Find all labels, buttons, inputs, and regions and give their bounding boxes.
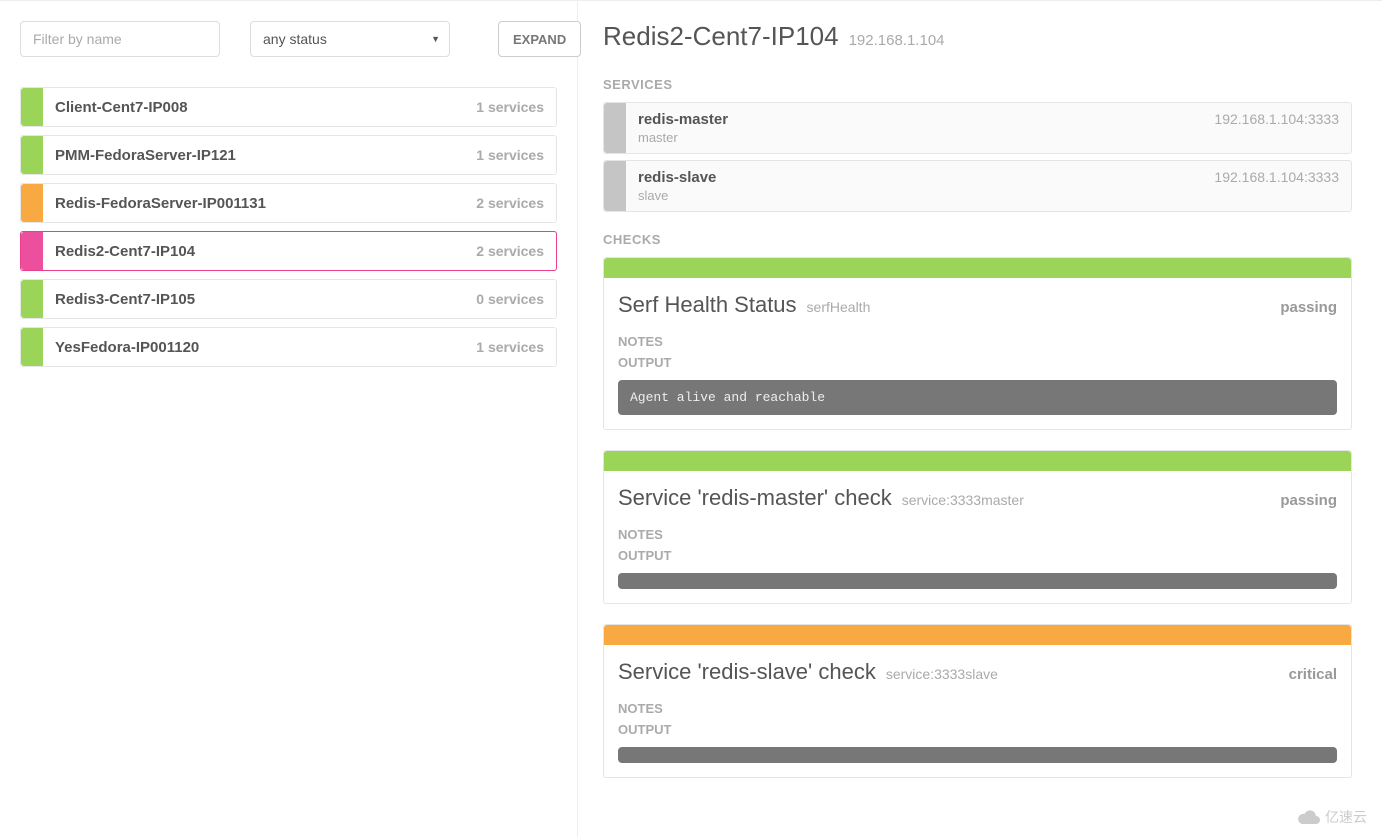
node-services-count: 2 services xyxy=(476,243,556,259)
node-services-count: 1 services xyxy=(476,99,556,115)
node-item[interactable]: Redis2-Cent7-IP1042 services xyxy=(20,231,557,271)
service-item[interactable]: redis-slave slave 192.168.1.104:3333 xyxy=(603,160,1352,212)
node-name: PMM-FedoraServer-IP121 xyxy=(43,147,476,164)
node-item[interactable]: Client-Cent7-IP0081 services xyxy=(20,87,557,127)
services-label: SERVICES xyxy=(603,77,1352,92)
status-select[interactable]: any status xyxy=(250,21,450,57)
status-indicator xyxy=(21,328,43,366)
check-title: Service 'redis-slave' check xyxy=(618,659,876,685)
check-id: service:3333slave xyxy=(886,666,998,682)
output-label: OUTPUT xyxy=(618,722,1337,737)
sidebar: any status EXPAND Client-Cent7-IP0081 se… xyxy=(0,1,578,837)
node-item[interactable]: Redis3-Cent7-IP1050 services xyxy=(20,279,557,319)
check-header[interactable]: Service 'redis-master' check service:3333… xyxy=(604,471,1351,521)
service-status-bar xyxy=(604,103,626,153)
node-list: Client-Cent7-IP0081 servicesPMM-FedoraSe… xyxy=(20,87,557,367)
notes-label: NOTES xyxy=(618,334,1337,349)
check-status-bar xyxy=(604,625,1351,645)
check-item: Serf Health Status serfHealth passing NOTES… xyxy=(603,257,1352,430)
expand-button[interactable]: EXPAND xyxy=(498,21,581,57)
node-services-count: 1 services xyxy=(476,147,556,163)
check-output: Agent alive and reachable xyxy=(618,380,1337,415)
check-title: Serf Health Status xyxy=(618,292,797,318)
notes-label: NOTES xyxy=(618,701,1337,716)
cloud-icon xyxy=(1297,809,1321,825)
check-id: service:3333master xyxy=(902,492,1024,508)
node-services-count: 2 services xyxy=(476,195,556,211)
node-name: Redis-FedoraServer-IP001131 xyxy=(43,195,476,212)
node-services-count: 1 services xyxy=(476,339,556,355)
detail-header: Redis2-Cent7-IP104 192.168.1.104 xyxy=(603,21,1352,52)
node-name: Client-Cent7-IP008 xyxy=(43,99,476,116)
node-name: Redis3-Cent7-IP105 xyxy=(43,291,476,308)
node-name: YesFedora-IP001120 xyxy=(43,339,476,356)
check-header[interactable]: Serf Health Status serfHealth passing xyxy=(604,278,1351,328)
status-indicator xyxy=(21,232,43,270)
check-id: serfHealth xyxy=(807,299,871,315)
status-indicator xyxy=(21,184,43,222)
node-item[interactable]: Redis-FedoraServer-IP0011312 services xyxy=(20,183,557,223)
service-address: 192.168.1.104:3333 xyxy=(1214,111,1339,127)
output-label: OUTPUT xyxy=(618,548,1337,563)
detail-panel[interactable]: Redis2-Cent7-IP104 192.168.1.104 SERVICE… xyxy=(578,1,1382,837)
check-item: Service 'redis-master' check service:3333… xyxy=(603,450,1352,604)
filter-input[interactable] xyxy=(20,21,220,57)
check-output xyxy=(618,747,1337,763)
node-item[interactable]: YesFedora-IP0011201 services xyxy=(20,327,557,367)
check-title: Service 'redis-master' check xyxy=(618,485,892,511)
filter-bar: any status EXPAND xyxy=(20,21,557,57)
check-item: Service 'redis-slave' check service:3333s… xyxy=(603,624,1352,778)
notes-label: NOTES xyxy=(618,527,1337,542)
node-name: Redis2-Cent7-IP104 xyxy=(43,243,476,260)
node-item[interactable]: PMM-FedoraServer-IP1211 services xyxy=(20,135,557,175)
check-header[interactable]: Service 'redis-slave' check service:3333s… xyxy=(604,645,1351,695)
service-tag: slave xyxy=(638,188,716,203)
service-tag: master xyxy=(638,130,728,145)
status-indicator xyxy=(21,280,43,318)
service-item[interactable]: redis-master master 192.168.1.104:3333 xyxy=(603,102,1352,154)
check-status: passing xyxy=(1280,492,1337,509)
service-address: 192.168.1.104:3333 xyxy=(1214,169,1339,185)
node-services-count: 0 services xyxy=(476,291,556,307)
check-status-bar xyxy=(604,451,1351,471)
checks-label: CHECKS xyxy=(603,232,1352,247)
service-name: redis-slave xyxy=(638,169,716,186)
check-status: passing xyxy=(1280,299,1337,316)
detail-ip: 192.168.1.104 xyxy=(849,32,945,49)
output-label: OUTPUT xyxy=(618,355,1337,370)
service-status-bar xyxy=(604,161,626,211)
status-indicator xyxy=(21,136,43,174)
check-output xyxy=(618,573,1337,589)
status-indicator xyxy=(21,88,43,126)
check-status-bar xyxy=(604,258,1351,278)
service-name: redis-master xyxy=(638,111,728,128)
page-title: Redis2-Cent7-IP104 xyxy=(603,21,839,52)
watermark: 亿速云 xyxy=(1297,807,1367,827)
check-status: critical xyxy=(1289,666,1337,683)
